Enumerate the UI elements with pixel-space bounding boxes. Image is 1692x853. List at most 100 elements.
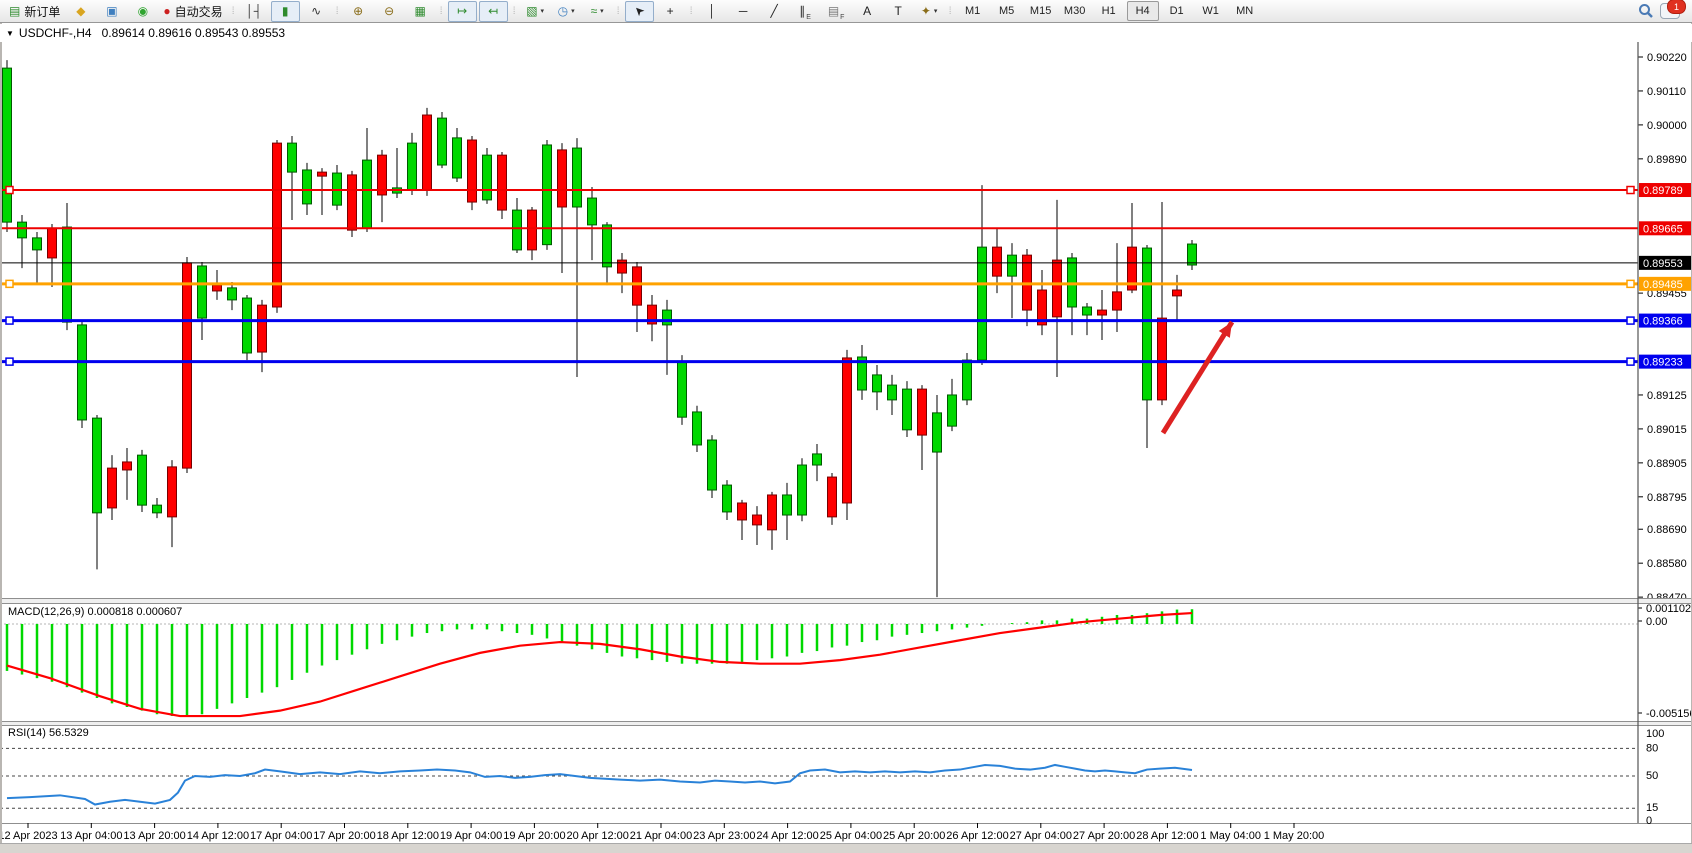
macd-axis-label: 0.00 bbox=[1646, 616, 1667, 628]
channel-icon-sub: E bbox=[806, 14, 811, 21]
notification-badge: 1 bbox=[1667, 0, 1686, 14]
axis-tick-label: 0.90220 bbox=[1647, 52, 1687, 64]
rsi-axis-label: 50 bbox=[1646, 770, 1658, 782]
arrows-button[interactable]: ✦▾ bbox=[915, 1, 944, 22]
rsi-axis-label: 0 bbox=[1646, 815, 1652, 827]
line-handle bbox=[1627, 317, 1634, 324]
new-order-button-label: 新订单 bbox=[24, 3, 60, 20]
mt4-window: 0.902200.901100.900000.898900.894550.891… bbox=[0, 0, 1692, 853]
toolbar-separator: ⁞ bbox=[947, 2, 954, 20]
date-label: 25 Apr 04:00 bbox=[820, 830, 882, 842]
price-line-label: 0.89665 bbox=[1643, 223, 1683, 235]
macd-axis-label: 0.001102 bbox=[1646, 603, 1691, 615]
price-line-label: 0.89789 bbox=[1643, 185, 1683, 197]
axis-tick-label: 0.88905 bbox=[1647, 458, 1687, 470]
auto-scroll-icon: ↦ bbox=[457, 5, 467, 17]
timeframe-mn-button[interactable]: MN bbox=[1229, 1, 1261, 21]
new-order-button[interactable]: ▤ 新订单 bbox=[5, 1, 64, 22]
price-line-label: 0.89485 bbox=[1643, 279, 1683, 291]
text-icon: A bbox=[863, 5, 871, 17]
metaeditor-button[interactable]: ◆ bbox=[66, 1, 95, 22]
axis-tick-label: 0.88795 bbox=[1647, 492, 1687, 504]
toolbar-separator: ⁞ bbox=[615, 2, 622, 20]
chevron-down-icon: ▾ bbox=[541, 7, 545, 15]
toolbar-separator: ⁞ bbox=[511, 2, 518, 20]
signals-button[interactable]: ◉ bbox=[128, 1, 157, 22]
crosshair-button[interactable]: + bbox=[656, 1, 685, 22]
timeframe-m5-button[interactable]: M5 bbox=[991, 1, 1023, 21]
date-label: 21 Apr 04:00 bbox=[630, 830, 692, 842]
axis-tick-label: 0.89890 bbox=[1647, 154, 1687, 166]
timeframe-m1-button[interactable]: M1 bbox=[957, 1, 989, 21]
date-label: 25 Apr 20:00 bbox=[883, 830, 945, 842]
text-label-button[interactable]: T bbox=[884, 1, 913, 22]
timeframe-h4-button[interactable]: H4 bbox=[1127, 1, 1159, 21]
candles-icon: ▮ bbox=[282, 5, 289, 17]
date-label: 1 May 04:00 bbox=[1200, 830, 1261, 842]
tile-windows-button[interactable]: ▦ bbox=[406, 1, 435, 22]
text-button[interactable]: A bbox=[853, 1, 882, 22]
auto-scroll-button[interactable]: ↦ bbox=[448, 1, 477, 22]
timeframe-w1-button[interactable]: W1 bbox=[1195, 1, 1227, 21]
timeframe-m15-button[interactable]: M15 bbox=[1025, 1, 1057, 21]
zoom-in-button[interactable]: ⊕ bbox=[344, 1, 373, 22]
chart-title-bar: ▼ USDCHF-,H4 0.89614 0.89616 0.89543 0.8… bbox=[0, 24, 1692, 42]
monitor-icon: ▣ bbox=[106, 5, 117, 17]
timeframe-m30-button[interactable]: M30 bbox=[1059, 1, 1091, 21]
line-handle bbox=[6, 280, 13, 287]
chart-ohlc-values: 0.89614 0.89616 0.89543 0.89553 bbox=[102, 26, 286, 40]
main-toolbar: ▤新订单◆▣◉●自动交易⁞│┤▮∿⁞⊕⊖▦⁞↦↤⁞▧▾◷▾≈▾⁞➤+⁞│─╱∥E… bbox=[0, 0, 1692, 23]
chevron-down-icon: ▾ bbox=[600, 7, 604, 15]
line-chart-button[interactable]: ∿ bbox=[302, 1, 331, 22]
autotrading-button[interactable]: ●自动交易 bbox=[159, 1, 226, 22]
chevron-down-icon: ▾ bbox=[571, 7, 575, 15]
market-watch-button[interactable]: ▣ bbox=[97, 1, 126, 22]
horizontal-line-icon: ─ bbox=[739, 5, 748, 17]
zoom-out-button[interactable]: ⊖ bbox=[375, 1, 404, 22]
templates-button[interactable]: ≈▾ bbox=[583, 1, 612, 22]
document-plus-icon: ▤ bbox=[9, 5, 20, 17]
price-line-label: 0.89233 bbox=[1643, 357, 1683, 369]
date-label: 17 Apr 04:00 bbox=[250, 830, 312, 842]
trendline-icon: ╱ bbox=[771, 5, 778, 17]
date-label: 13 Apr 20:00 bbox=[123, 830, 185, 842]
toolbar-separator: ⁞ bbox=[438, 2, 445, 20]
date-label: 24 Apr 12:00 bbox=[756, 830, 818, 842]
fibonacci-icon-sub: F bbox=[840, 14, 844, 21]
axis-tick-label: 0.90000 bbox=[1647, 120, 1687, 132]
chart-canvas[interactable]: 0.902200.901100.900000.898900.894550.891… bbox=[0, 0, 1692, 853]
cursor-arrow-icon: ➤ bbox=[631, 3, 647, 19]
date-label: 27 Apr 20:00 bbox=[1073, 830, 1135, 842]
template-chart-icon: ≈ bbox=[591, 5, 598, 17]
line-handle bbox=[1627, 187, 1634, 194]
timeframe-h1-button[interactable]: H1 bbox=[1093, 1, 1125, 21]
shapes-icon: ✦ bbox=[921, 5, 931, 17]
cursor-button[interactable]: ➤ bbox=[625, 1, 654, 22]
line-handle bbox=[6, 317, 13, 324]
chat-button[interactable]: 1 bbox=[1660, 3, 1680, 19]
collapse-icon[interactable]: ▼ bbox=[6, 29, 14, 38]
date-label: 23 Apr 23:00 bbox=[693, 830, 755, 842]
bar-chart-button[interactable]: │┤ bbox=[240, 1, 269, 22]
new-chart-button[interactable]: ▧▾ bbox=[521, 1, 550, 22]
timeframe-d1-button[interactable]: D1 bbox=[1161, 1, 1193, 21]
autotrading-button-label: 自动交易 bbox=[175, 3, 223, 20]
signal-icon: ◉ bbox=[138, 5, 148, 17]
horizontal-line-button[interactable]: ─ bbox=[729, 1, 758, 22]
toolbar-separator: ⁞ bbox=[334, 2, 341, 20]
vertical-line-button[interactable]: │ bbox=[698, 1, 727, 22]
rsi-axis-label: 80 bbox=[1646, 742, 1658, 754]
fibonacci-button[interactable]: ▤F bbox=[822, 1, 851, 22]
candlestick-button[interactable]: ▮ bbox=[271, 1, 300, 22]
crosshair-icon: + bbox=[667, 5, 674, 17]
equidistant-channel-button[interactable]: ∥E bbox=[791, 1, 820, 22]
axis-tick-label: 0.88580 bbox=[1647, 558, 1687, 570]
toolbar-separator: ⁞ bbox=[688, 2, 695, 20]
price-line-label: 0.89366 bbox=[1643, 316, 1683, 328]
chart-shift-button[interactable]: ↤ bbox=[479, 1, 508, 22]
search-icon[interactable] bbox=[1638, 3, 1654, 19]
periods-button[interactable]: ◷▾ bbox=[552, 1, 581, 22]
trendline-button[interactable]: ╱ bbox=[760, 1, 789, 22]
date-label: 14 Apr 12:00 bbox=[187, 830, 249, 842]
date-label: 18 Apr 12:00 bbox=[377, 830, 439, 842]
